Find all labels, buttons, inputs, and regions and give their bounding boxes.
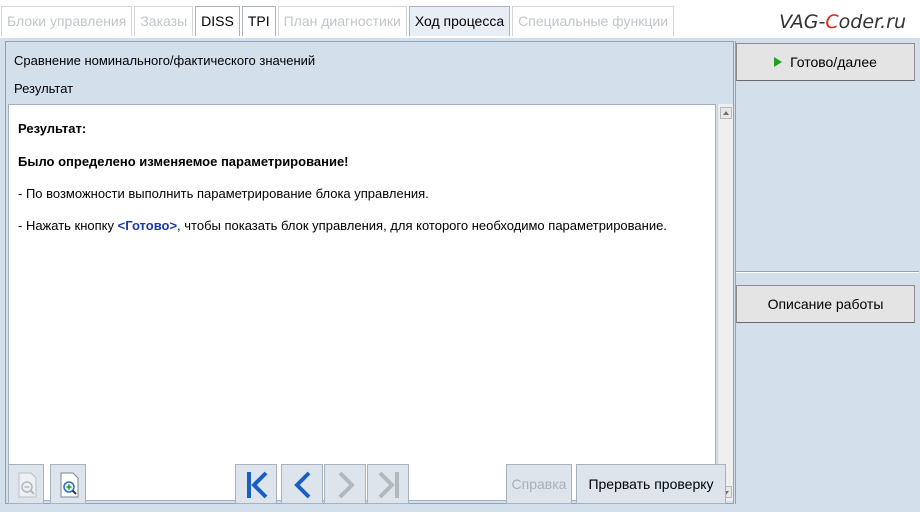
- instruction-text: , чтобы показать блок управления, для ко…: [177, 218, 667, 233]
- tab-tpi[interactable]: TPI: [241, 6, 276, 36]
- page-title: Сравнение номинального/фактического знач…: [14, 53, 316, 68]
- next-page-button: [324, 464, 366, 504]
- button-reference: <Готово>: [117, 218, 178, 233]
- skip-first-icon: [247, 471, 268, 499]
- zoom-out-button[interactable]: [8, 464, 44, 504]
- help-button: Справка: [506, 464, 572, 504]
- zoom-out-icon: [18, 472, 37, 498]
- tab-diagnostic-plan: План диагностики: [277, 6, 407, 36]
- done-next-label: Готово/далее: [790, 54, 877, 70]
- last-page-button: [367, 464, 409, 504]
- play-icon: [774, 57, 783, 67]
- tab-special-functions: Специальные функции: [512, 6, 675, 36]
- watermark-logo: VAG-Coder.ru: [779, 11, 906, 33]
- tabs: Блоки управления Заказы DISS TPI План ди…: [1, 4, 676, 38]
- instruction-text: - Нажать кнопку: [18, 218, 118, 233]
- abort-test-button[interactable]: Прервать проверку: [576, 464, 726, 504]
- instruction-line: - Нажать кнопку <Готово>, чтобы показать…: [18, 218, 667, 233]
- first-page-button[interactable]: [235, 464, 277, 504]
- tab-orders: Заказы: [134, 6, 194, 36]
- tab-control-units: Блоки управления: [1, 6, 133, 36]
- result-message: Было определено изменяемое параметрирова…: [18, 154, 349, 169]
- tab-process[interactable]: Ход процесса: [408, 6, 511, 36]
- watermark-part: oder.ru: [838, 11, 906, 33]
- zoom-in-icon: [60, 472, 79, 498]
- previous-page-button[interactable]: [281, 464, 323, 504]
- work-description-button[interactable]: Описание работы: [736, 285, 915, 323]
- zoom-in-button[interactable]: [50, 464, 86, 504]
- chevron-right-icon: [338, 471, 355, 499]
- tab-bar: Блоки управления Заказы DISS TPI План ди…: [0, 0, 920, 38]
- chevron-left-icon: [294, 471, 311, 499]
- divider: [736, 271, 919, 273]
- tab-diss[interactable]: DISS: [195, 6, 240, 36]
- right-panel: Готово/далее Описание работы: [735, 41, 919, 504]
- main-panel: Сравнение номинального/фактического знач…: [5, 41, 734, 504]
- done-next-button[interactable]: Готово/далее: [736, 43, 915, 81]
- result-heading: Результат:: [18, 121, 87, 136]
- scroll-up-arrow-icon[interactable]: [720, 107, 732, 119]
- page-subtitle: Результат: [14, 81, 74, 96]
- vertical-scrollbar[interactable]: [717, 104, 733, 501]
- watermark-part: VAG-: [779, 11, 826, 33]
- result-text-area: Результат: Было определено изменяемое па…: [8, 104, 716, 501]
- skip-last-icon: [378, 471, 399, 499]
- watermark-part: C: [825, 11, 839, 33]
- instruction-line: - По возможности выполнить параметрирова…: [18, 186, 429, 201]
